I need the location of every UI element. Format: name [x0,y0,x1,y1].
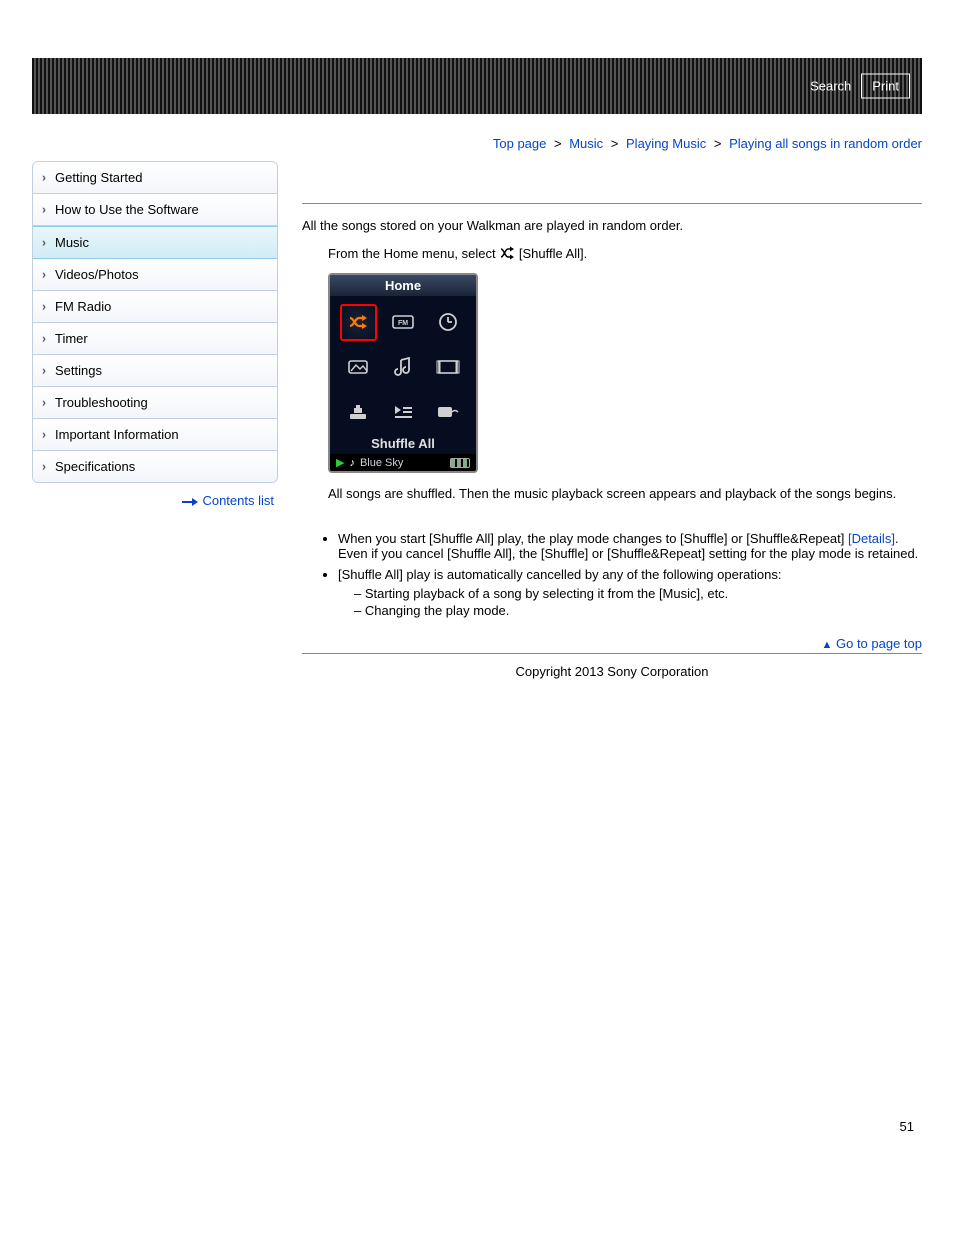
device-video-icon [429,349,466,386]
play-icon: ▶ [336,456,344,469]
page-number: 51 [0,719,954,1174]
device-title: Home [330,275,476,296]
sub-bullet-1: Starting playback of a song by selecting… [354,586,922,601]
breadcrumb-sep: > [710,136,726,151]
details-link[interactable]: [Details] [848,531,895,546]
triangle-up-icon: ▲ [821,639,832,651]
device-shuffle-label: Shuffle All [330,434,476,454]
sidebar-item-music[interactable]: Music [33,226,277,259]
sidebar-item-troubleshooting[interactable]: Troubleshooting [33,387,277,419]
contents-list-link[interactable]: Contents list [202,493,274,508]
bullet-1: When you start [Shuffle All] play, the p… [338,531,922,561]
device-playlist-icon [385,393,422,430]
device-music-icon [385,349,422,386]
result-text: All songs are shuffled. Then the music p… [302,486,922,501]
device-shuffle-icon [340,304,377,341]
breadcrumb-music[interactable]: Music [569,136,603,151]
battery-icon [450,458,470,468]
device-fm-icon: FM [385,304,422,341]
sidebar-item-specifications[interactable]: Specifications [33,451,277,482]
now-playing-song: Blue Sky [360,457,445,469]
go-to-top-link[interactable]: Go to page top [836,636,922,651]
sidebar-item-getting-started[interactable]: Getting Started [33,162,277,194]
breadcrumb-top[interactable]: Top page [493,136,547,151]
device-nowplaying-icon [429,393,466,430]
sidebar-item-videos-photos[interactable]: Videos/Photos [33,259,277,291]
device-settings-icon [340,393,377,430]
header-bar: Search Print [32,58,922,114]
copyright-text: Copyright 2013 Sony Corporation [302,658,922,719]
intro-text: All the songs stored on your Walkman are… [302,218,922,233]
svg-text:FM: FM [398,320,408,327]
device-photo-icon [340,349,377,386]
shuffle-icon [499,246,515,263]
breadcrumb-sep: > [550,136,566,151]
breadcrumb-current[interactable]: Playing all songs in random order [729,136,922,151]
search-link[interactable]: Search [810,79,851,94]
breadcrumb-playing-music[interactable]: Playing Music [626,136,706,151]
main-content: All the songs stored on your Walkman are… [302,161,922,719]
instruction-text: From the Home menu, select [Shuffle All]… [302,246,922,263]
sidebar-item-settings[interactable]: Settings [33,355,277,387]
sidebar-item-software[interactable]: How to Use the Software [33,194,277,226]
bullet-2: [Shuffle All] play is automatically canc… [338,567,922,618]
print-button[interactable]: Print [861,74,910,99]
device-clock-icon [429,304,466,341]
sub-bullet-2: Changing the play mode. [354,603,922,618]
note-icon: ♪ [349,457,355,469]
sidebar-item-important-info[interactable]: Important Information [33,419,277,451]
breadcrumb: Top page > Music > Playing Music > Playi… [32,114,922,161]
sidebar-nav: Getting Started How to Use the Software … [32,161,278,483]
breadcrumb-sep: > [607,136,623,151]
arrow-right-icon [182,497,198,507]
device-screenshot: Home FM Shuffle All ▶ ♪ Blue Sky [328,273,478,473]
sidebar-item-fm-radio[interactable]: FM Radio [33,291,277,323]
sidebar-item-timer[interactable]: Timer [33,323,277,355]
